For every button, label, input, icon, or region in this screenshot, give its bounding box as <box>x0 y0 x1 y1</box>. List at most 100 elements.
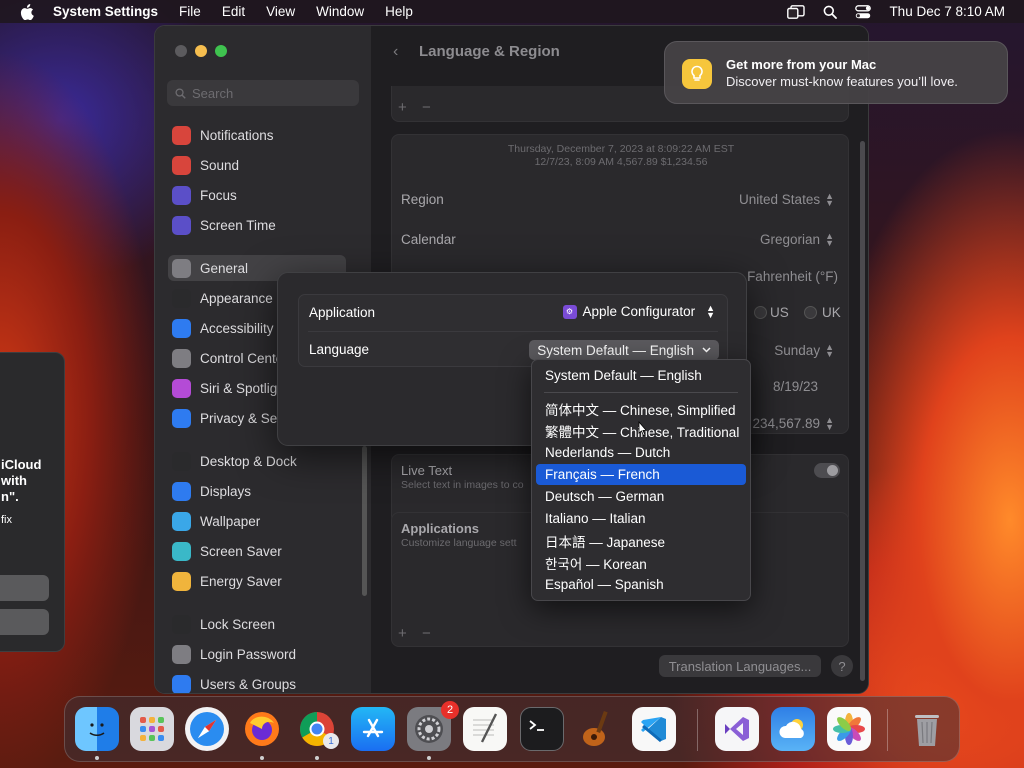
users-icon <box>172 674 191 693</box>
remove-language-button[interactable]: − <box>422 99 431 116</box>
dialog-button[interactable] <box>0 575 49 601</box>
sidebar-item-focus[interactable]: Focus <box>168 182 346 208</box>
apple-menu-icon[interactable] <box>17 3 37 20</box>
firefox-icon[interactable] <box>240 707 284 751</box>
region-value: United States <box>739 192 821 207</box>
number-format-popup[interactable]: 234,567.89 ▲ ▼ <box>752 416 835 432</box>
minimize-button[interactable] <box>195 45 207 57</box>
dialog-text-line: fix <box>1 514 12 526</box>
vscode-icon[interactable] <box>632 707 676 751</box>
remove-app-button[interactable]: − <box>422 625 431 642</box>
sidebar-scrollbar[interactable] <box>362 446 367 596</box>
apple-configurator-icon: ⚙ <box>562 304 577 319</box>
add-language-button[interactable]: + <box>398 99 407 116</box>
translation-languages-button[interactable]: Translation Languages... <box>659 655 821 677</box>
applications-description: Customize language sett <box>401 537 517 549</box>
app-store-icon[interactable] <box>351 707 395 751</box>
menu-item-chinese-simplified[interactable]: 简体中文 — Chinese, Simplified <box>536 398 746 419</box>
sidebar-item-screen-saver[interactable]: Screen Saver <box>168 538 346 564</box>
content-scrollbar[interactable] <box>860 141 865 681</box>
region-popup[interactable]: United States ▲ ▼ <box>739 191 834 209</box>
first-day-popup[interactable]: Sunday ▲ ▼ <box>774 343 834 359</box>
sidebar-item-login-password[interactable]: Login Password <box>168 641 346 667</box>
dialog-text-line: n". <box>1 489 19 504</box>
screen-mirroring-icon[interactable] <box>787 4 806 19</box>
menu-window[interactable]: Window <box>316 4 364 19</box>
textedit-icon[interactable] <box>463 707 507 751</box>
language-value: System Default — English <box>537 342 694 358</box>
menu-item-dutch[interactable]: Nederlands — Dutch <box>536 442 746 463</box>
moon-icon <box>172 185 191 205</box>
calendar-popup[interactable]: Gregorian ▲ ▼ <box>760 232 834 248</box>
sidebar-item-screen-time[interactable]: Screen Time <box>168 212 346 238</box>
number-format-value: 234,567.89 <box>752 416 821 431</box>
menu-item-spanish[interactable]: Español — Spanish <box>536 574 746 595</box>
date-format-popup[interactable]: 8/19/23 <box>773 379 818 394</box>
sidebar-item-lock-screen[interactable]: Lock Screen <box>168 611 346 637</box>
menu-item-italian[interactable]: Italiano — Italian <box>536 508 746 529</box>
menu-item-system-default[interactable]: System Default — English <box>536 365 746 386</box>
sidebar-item-desktop-dock[interactable]: Desktop & Dock <box>168 448 346 474</box>
application-label: Application <box>309 305 376 320</box>
notification-banner[interactable]: Get more from your Mac Discover must-kno… <box>664 41 1008 104</box>
finder-icon[interactable] <box>75 707 119 751</box>
bell-icon <box>172 125 191 145</box>
safari-icon[interactable] <box>185 707 229 751</box>
accessibility-icon <box>172 318 191 338</box>
menu-item-french[interactable]: Français — French <box>536 464 746 485</box>
measurement-us-label: US <box>770 305 789 320</box>
menu-edit[interactable]: Edit <box>222 4 245 19</box>
running-indicator <box>315 756 319 760</box>
measurement-us-radio[interactable] <box>754 306 767 319</box>
dock: 1 2 <box>64 696 960 762</box>
search-input[interactable]: Search <box>167 80 359 106</box>
sidebar-item-notifications[interactable]: Notifications <box>168 122 346 148</box>
sidebar-item-label: Appearance <box>200 290 273 306</box>
photos-icon[interactable] <box>827 707 871 751</box>
back-chevron-icon[interactable]: ‹ <box>393 43 398 61</box>
zoom-button[interactable] <box>215 45 227 57</box>
speaker-icon <box>172 155 191 175</box>
sidebar-item-energy-saver[interactable]: Energy Saver <box>168 568 346 594</box>
sidebar-item-displays[interactable]: Displays <box>168 478 346 504</box>
application-popup[interactable]: ⚙ Apple Configurator ▲ ▼ <box>562 303 715 319</box>
weather-icon[interactable] <box>771 707 815 751</box>
menu-item-japanese[interactable]: 日本語 — Japanese <box>536 530 746 551</box>
sidebar-item-wallpaper[interactable]: Wallpaper <box>168 508 346 534</box>
menu-help[interactable]: Help <box>385 4 413 19</box>
chrome-update-badge: 1 <box>323 733 339 749</box>
menu-app-name[interactable]: System Settings <box>53 4 158 19</box>
sidebar-item-label: Energy Saver <box>200 573 282 589</box>
live-text-toggle[interactable] <box>814 463 840 478</box>
garageband-icon[interactable] <box>575 707 619 751</box>
running-indicator <box>427 756 431 760</box>
menu-item-korean[interactable]: 한국어 — Korean <box>536 552 746 573</box>
menu-clock[interactable]: Thu Dec 7 8:10 AM <box>889 4 1005 19</box>
temperature-popup[interactable]: Fahrenheit (°F) <box>747 269 838 284</box>
menu-view[interactable]: View <box>266 4 295 19</box>
first-day-value: Sunday <box>774 343 821 358</box>
control-center-icon[interactable] <box>855 4 872 19</box>
trash-icon[interactable] <box>905 707 949 751</box>
appearance-icon <box>172 288 191 308</box>
launchpad-icon[interactable] <box>130 707 174 751</box>
menu-file[interactable]: File <box>179 4 201 19</box>
sidebar-item-sound[interactable]: Sound <box>168 152 346 178</box>
sidebar-item-users-groups[interactable]: Users & Groups <box>168 671 346 693</box>
add-app-button[interactable]: + <box>398 625 407 642</box>
updown-chevron-icon: ▲ ▼ <box>825 191 834 209</box>
menu-item-german[interactable]: Deutsch — German <box>536 486 746 507</box>
help-button[interactable]: ? <box>831 655 853 677</box>
running-indicator <box>260 756 264 760</box>
terminal-icon[interactable] <box>520 707 564 751</box>
battery-icon <box>172 571 191 591</box>
sidebar-item-label: Notifications <box>200 127 274 143</box>
application-value: Apple Configurator <box>582 304 696 319</box>
visual-studio-icon[interactable] <box>715 707 759 751</box>
close-button[interactable] <box>175 45 187 57</box>
dialog-button[interactable] <box>0 609 49 635</box>
spotlight-search-icon[interactable] <box>823 5 838 19</box>
measurement-uk-radio[interactable] <box>804 306 817 319</box>
language-label: Language <box>309 342 370 357</box>
language-popup[interactable]: System Default — English <box>529 340 719 360</box>
